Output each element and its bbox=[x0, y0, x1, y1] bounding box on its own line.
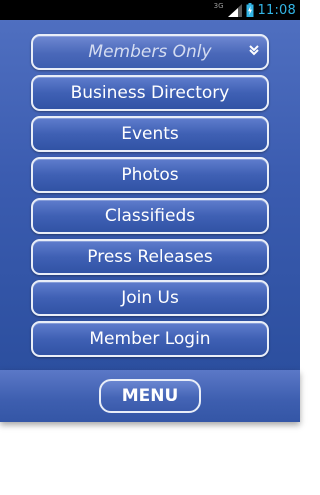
main-menu-panel: Members Only Business Directory Events P… bbox=[0, 20, 300, 370]
clock: 11:08 bbox=[257, 2, 296, 18]
network-type-label: 3G bbox=[213, 2, 224, 10]
member-login-button[interactable]: Member Login bbox=[31, 321, 269, 357]
classifieds-button[interactable]: Classifieds bbox=[31, 198, 269, 234]
signal-icon bbox=[227, 3, 242, 17]
menu-button[interactable]: MENU bbox=[99, 379, 201, 413]
join-us-button[interactable]: Join Us bbox=[31, 280, 269, 316]
members-only-label: Members Only bbox=[88, 42, 212, 62]
battery-charging-icon bbox=[246, 3, 254, 17]
events-button[interactable]: Events bbox=[31, 116, 269, 152]
double-chevron-down-icon bbox=[249, 45, 259, 56]
business-directory-button[interactable]: Business Directory bbox=[31, 75, 269, 111]
press-releases-button[interactable]: Press Releases bbox=[31, 239, 269, 275]
status-icons: 3G 11:08 bbox=[214, 0, 296, 20]
bottom-menu-bar: MENU bbox=[0, 370, 300, 422]
members-only-dropdown[interactable]: Members Only bbox=[31, 34, 269, 70]
status-bar: 3G 11:08 bbox=[0, 0, 300, 20]
photos-button[interactable]: Photos bbox=[31, 157, 269, 193]
